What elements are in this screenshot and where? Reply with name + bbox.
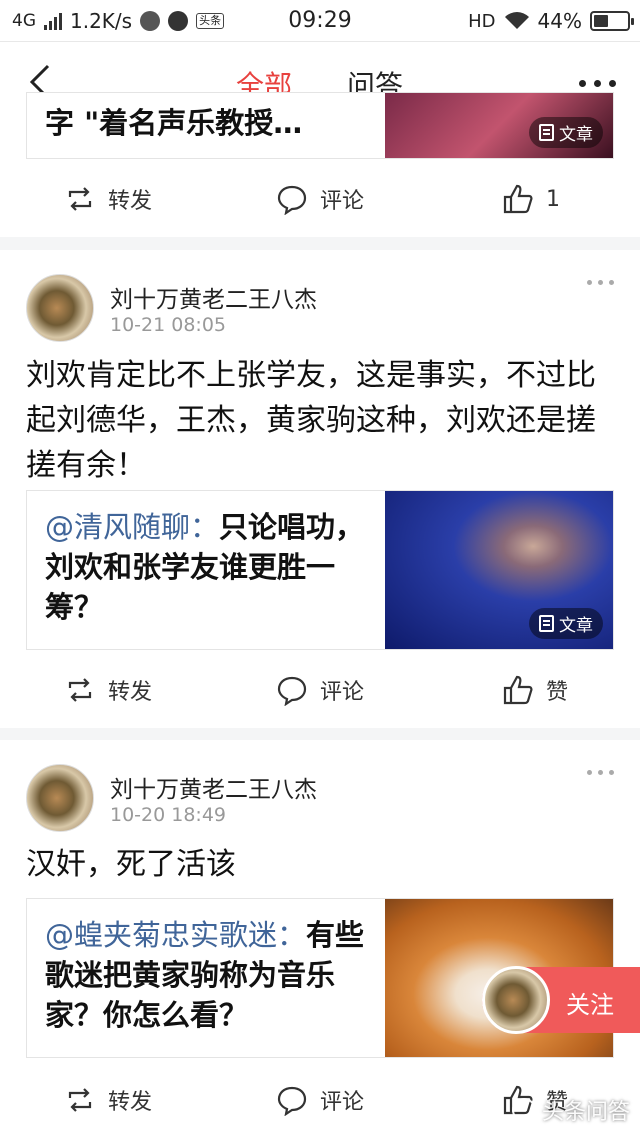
repost-icon <box>68 678 92 702</box>
post-text: 汉奸，死了活该 <box>26 847 236 882</box>
post-card: 刘十万黄老二王八杰 10-21 08:05 刘欢肯定比不上张学友，这是事实，不过… <box>0 250 640 728</box>
like-count: 1 <box>546 186 560 212</box>
article-thumbnail: 文章 <box>385 93 613 158</box>
repost-label: 转发 <box>108 1090 153 1115</box>
post-time: 10-20 18:49 <box>110 804 227 826</box>
post-more-button[interactable] <box>587 770 614 775</box>
comment-icon <box>277 676 307 706</box>
comment-label: 评论 <box>320 189 365 214</box>
article-thumbnail: 文章 <box>385 491 613 649</box>
comment-button[interactable]: 评论 <box>276 183 364 215</box>
repost-button[interactable]: 转发 <box>64 183 152 215</box>
watermark-label: 头条问答 <box>541 1100 630 1125</box>
quoted-article[interactable]: 字 "着名声乐教授… 文章 <box>26 92 614 159</box>
quoted-title: @清风随聊：只论唱功，刘欢和张学友谁更胜一筹？ <box>45 507 375 627</box>
comment-icon <box>277 185 307 215</box>
battery-icon <box>590 11 634 31</box>
article-badge-label: 文章 <box>559 125 593 145</box>
repost-icon <box>68 1088 92 1112</box>
more-menu-button[interactable] <box>579 80 616 87</box>
quoted-mention[interactable]: @清风随聊： <box>45 510 219 544</box>
comment-icon <box>277 1086 307 1116</box>
repost-button[interactable]: 转发 <box>64 1084 152 1116</box>
quoted-title: 字 "着名声乐教授… <box>45 106 303 140</box>
repost-label: 转发 <box>108 189 153 214</box>
comment-button[interactable]: 评论 <box>276 1084 364 1116</box>
author-name[interactable]: 刘十万黄老二王八杰 <box>110 280 317 314</box>
post-card: 字 "着名声乐教授… 文章 转发 评论 1 <box>0 92 640 239</box>
comment-label: 评论 <box>320 1090 365 1115</box>
repost-icon <box>68 187 92 211</box>
thumbs-up-icon <box>503 675 533 705</box>
wifi-icon <box>504 12 529 29</box>
article-badge: 文章 <box>529 117 603 148</box>
comment-button[interactable]: 评论 <box>276 674 364 706</box>
comment-label: 评论 <box>320 680 365 705</box>
article-badge-label: 文章 <box>559 616 593 636</box>
like-button[interactable]: 1 <box>502 183 560 215</box>
avatar[interactable] <box>26 764 94 832</box>
thumbs-up-icon <box>503 184 533 214</box>
repost-label: 转发 <box>108 680 153 705</box>
status-bar: 4G 1.2K/s 头条 09:29 HD 44% <box>0 0 640 42</box>
post-text: 刘欢肯定比不上张学友，这是事实，不过比起刘德华，王杰，黄家驹这种，刘欢还是搓搓有… <box>26 358 596 483</box>
post-time: 10-21 08:05 <box>110 314 227 336</box>
hd-label: HD <box>468 10 496 32</box>
like-label: 赞 <box>546 680 569 705</box>
author-name[interactable]: 刘十万黄老二王八杰 <box>110 770 317 804</box>
battery-percent: 44% <box>537 9 582 33</box>
author-header: 刘十万黄老二王八杰 10-20 18:49 <box>26 764 626 834</box>
watermark: 头条问答 <box>511 1094 630 1126</box>
post-card: 刘十万黄老二王八杰 10-20 18:49 汉奸，死了活该 @蝗夹菊忠实歌迷：有… <box>0 740 640 1138</box>
quoted-title: @蝗夹菊忠实歌迷：有些歌迷把黄家驹称为音乐家？你怎么看？ <box>45 915 375 1035</box>
action-bar: 转发 评论 1 <box>0 159 640 239</box>
follow-label: 关注 <box>566 991 614 1019</box>
watermark-icon <box>511 1098 536 1122</box>
quoted-article[interactable]: @清风随聊：只论唱功，刘欢和张学友谁更胜一筹？ 文章 <box>26 490 614 650</box>
follow-button[interactable]: 关注 <box>482 966 640 1034</box>
post-more-button[interactable] <box>587 280 614 285</box>
repost-button[interactable]: 转发 <box>64 674 152 706</box>
author-header: 刘十万黄老二王八杰 10-21 08:05 <box>26 274 626 344</box>
document-icon <box>539 615 554 632</box>
document-icon <box>539 124 554 141</box>
action-bar: 转发 评论 赞 <box>0 650 640 730</box>
article-badge: 文章 <box>529 608 603 639</box>
quoted-mention[interactable]: @蝗夹菊忠实歌迷： <box>45 918 306 952</box>
like-button[interactable]: 赞 <box>502 674 568 706</box>
avatar[interactable] <box>26 274 94 342</box>
follow-avatar <box>482 966 550 1034</box>
